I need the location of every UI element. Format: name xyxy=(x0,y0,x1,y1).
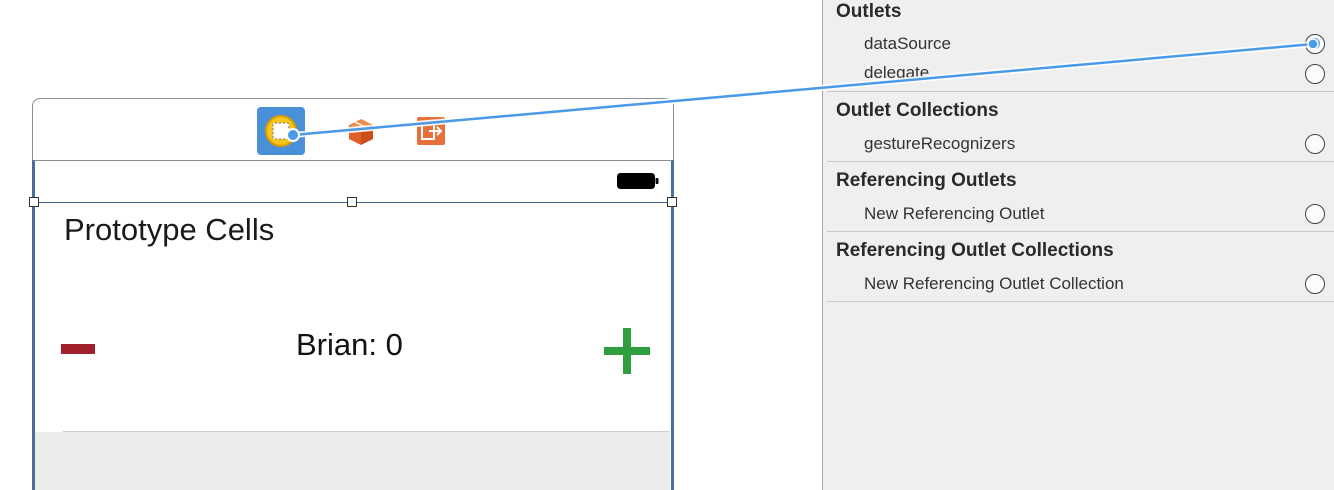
resize-handle[interactable] xyxy=(347,197,357,207)
section-header-referencing-outlet-collections: Referencing Outlet Collections xyxy=(836,240,1114,261)
connection-circle-icon[interactable] xyxy=(1305,64,1325,84)
minus-icon[interactable] xyxy=(61,344,95,354)
section-header-outlet-collections: Outlet Collections xyxy=(836,100,999,121)
table-view-controller-icon[interactable] xyxy=(257,107,305,155)
storyboard-canvas: Prototype Cells Brian: 0 xyxy=(0,0,822,490)
section-divider xyxy=(827,161,1334,162)
cell-label: Brian: 0 xyxy=(296,327,403,362)
connection-circle-icon[interactable] xyxy=(1305,274,1325,294)
resize-handle[interactable] xyxy=(667,197,677,207)
connection-circle-icon[interactable] xyxy=(1305,134,1325,154)
outlet-row-gesture-recognizers: gestureRecognizers xyxy=(864,134,1016,153)
section-header-referencing-outlets: Referencing Outlets xyxy=(836,170,1017,191)
referencing-outlet-collection-row: New Referencing Outlet Collection xyxy=(864,274,1124,293)
section-divider xyxy=(827,91,1334,92)
connection-circle-icon[interactable] xyxy=(1305,34,1325,54)
referencing-outlet-row: New Referencing Outlet xyxy=(864,204,1045,223)
connections-inspector: Outlets dataSource delegate Outlet Colle… xyxy=(822,0,1334,490)
connection-circle-icon[interactable] xyxy=(1305,204,1325,224)
section-header-outlets: Outlets xyxy=(836,1,902,22)
table-footer xyxy=(35,432,670,490)
section-divider xyxy=(827,301,1334,302)
exit-icon[interactable] xyxy=(407,107,455,155)
table-section-title: Prototype Cells xyxy=(64,212,275,247)
first-responder-cube-icon[interactable] xyxy=(337,107,385,155)
resize-handle[interactable] xyxy=(29,197,39,207)
outlet-row-delegate: delegate xyxy=(864,63,930,82)
battery-icon xyxy=(617,173,659,189)
scene-dock xyxy=(32,98,674,162)
section-divider xyxy=(827,231,1334,232)
plus-icon[interactable] xyxy=(604,328,650,374)
outlet-row-datasource: dataSource xyxy=(864,34,951,53)
